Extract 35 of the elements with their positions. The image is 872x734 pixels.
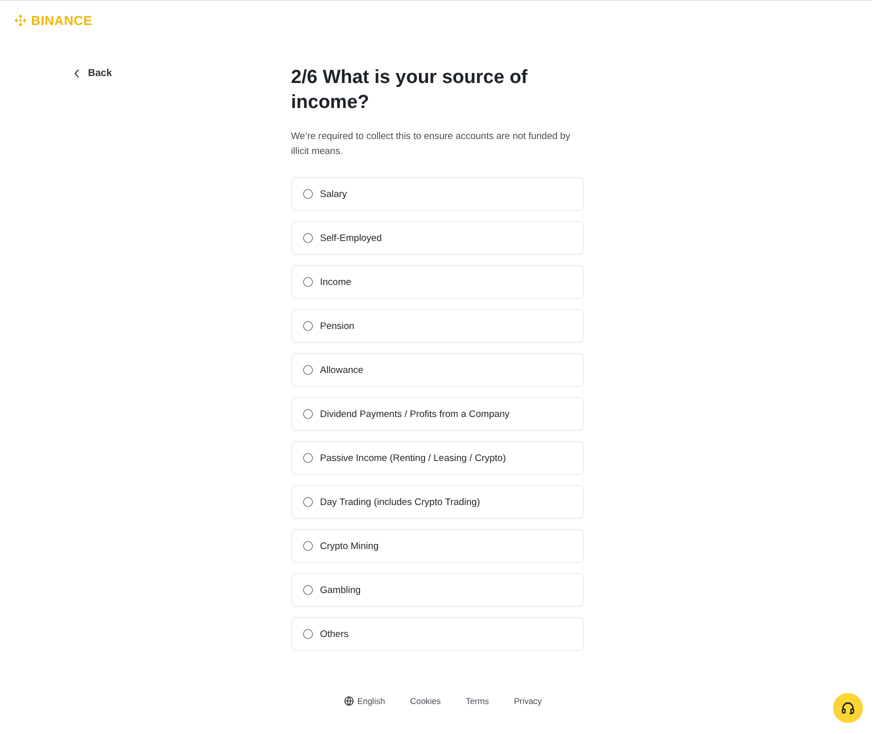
option-radio[interactable]: Day Trading (includes Crypto Trading) [291,485,584,519]
option-radio[interactable]: Passive Income (Renting / Leasing / Crypto) [291,441,584,475]
radio-circle-icon [303,453,313,463]
radio-circle-icon [303,409,313,419]
globe-icon [344,696,354,706]
radio-circle-icon [303,541,313,551]
option-radio[interactable]: Pension [291,309,584,343]
radio-circle-icon [303,365,313,375]
option-radio[interactable]: Income [291,265,584,299]
option-radio[interactable]: Dividend Payments / Profits from a Company [291,397,584,431]
chevron-left-icon [74,69,80,78]
description: We’re required to collect this to ensure accounts are not funded by illicit means. [291,130,572,159]
radio-circle-icon [303,277,313,287]
radio-circle-icon [303,321,313,331]
radio-circle-icon [303,189,313,199]
footer-link[interactable]: Privacy [514,696,542,706]
support-button[interactable] [833,693,863,723]
option-radio[interactable]: Gambling [291,573,584,607]
radio-circle-icon [303,233,313,243]
back-link[interactable]: Back [74,68,112,79]
radio-circle-icon [303,629,313,639]
footer-link[interactable]: Cookies [410,696,441,706]
language-link[interactable]: English [344,696,386,706]
option-radio[interactable]: Self-Employed [291,221,584,255]
option-radio[interactable]: Others [291,617,584,651]
radio-circle-icon [303,585,313,595]
logo-text: BINANCE [31,12,92,28]
page-title: 2/6 What is your source of income? [291,66,528,115]
footer-link[interactable]: Terms [466,696,489,706]
option-radio[interactable]: Allowance [291,353,584,387]
logo-icon [13,12,28,28]
headset-icon [840,700,856,716]
option-radio[interactable]: Salary [291,177,584,211]
option-radio[interactable]: Crypto Mining [291,529,584,563]
radio-circle-icon [303,497,313,507]
